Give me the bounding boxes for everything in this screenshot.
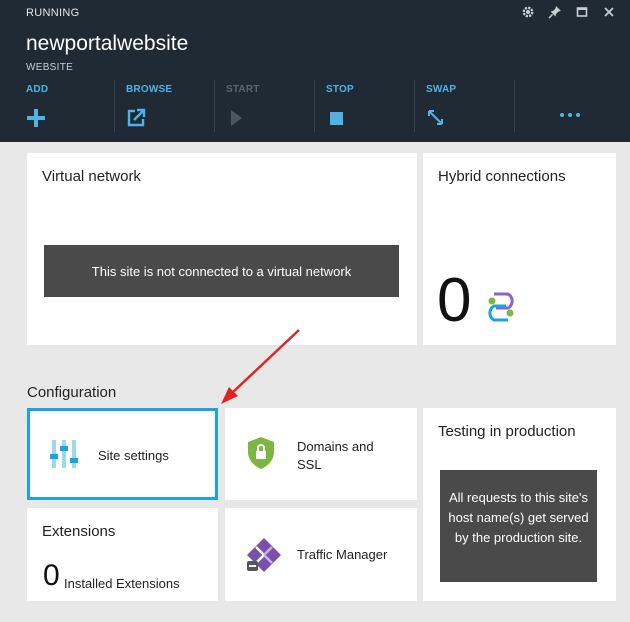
play-icon [231, 110, 242, 126]
plus-icon [27, 109, 45, 127]
command-separator [114, 80, 115, 132]
site-settings-tile[interactable]: Site settings [27, 408, 218, 500]
add-label: ADD [26, 84, 49, 95]
swap-label: SWAP [426, 84, 457, 95]
browse-label: BROWSE [126, 84, 173, 95]
pin-icon[interactable] [548, 5, 562, 19]
window-controls [521, 5, 616, 19]
domains-ssl-label: Domains and SSL [297, 439, 374, 472]
traffic-manager-tile[interactable]: Traffic Manager [225, 508, 417, 601]
close-icon[interactable] [602, 5, 616, 19]
browse-icon [127, 108, 146, 127]
domains-ssl-tile[interactable]: Domains and SSL [225, 408, 417, 500]
virtual-network-title: Virtual network [42, 168, 141, 185]
hybrid-connections-count: 0 [437, 266, 472, 335]
command-separator [514, 80, 515, 132]
extensions-count-label: Installed Extensions [64, 576, 180, 591]
traffic-manager-label: Traffic Manager [297, 547, 388, 562]
maximize-icon[interactable] [575, 5, 589, 19]
shield-lock-icon [248, 437, 274, 469]
stop-label: STOP [326, 84, 354, 95]
hybrid-connections-title: Hybrid connections [438, 168, 566, 185]
hybrid-connections-icon [488, 292, 514, 322]
swap-icon [428, 110, 443, 125]
configuration-section-label: Configuration [27, 384, 117, 401]
sliders-icon [50, 440, 78, 468]
command-separator [214, 80, 215, 132]
extensions-title: Extensions [42, 523, 116, 540]
stop-button[interactable]: STOP [326, 80, 426, 132]
start-button[interactable]: START [226, 80, 326, 132]
command-separator [414, 80, 415, 132]
testing-in-production-message: All requests to this site's host name(s)… [440, 470, 597, 582]
blade-header: RUNNING newportalwebsite WEBSITE ADD BRO… [0, 0, 630, 142]
start-label: START [226, 84, 260, 95]
page-subtitle: WEBSITE [26, 62, 74, 73]
stop-icon [330, 112, 343, 125]
extensions-count: 0 [43, 559, 60, 592]
status-label: RUNNING [26, 7, 80, 19]
page-title: newportalwebsite [26, 32, 189, 55]
swap-button[interactable]: SWAP [426, 80, 526, 132]
browse-button[interactable]: BROWSE [126, 80, 226, 132]
command-separator [314, 80, 315, 132]
virtual-network-message: This site is not connected to a virtual … [44, 245, 399, 297]
ellipsis-icon[interactable] [558, 108, 582, 122]
traffic-manager-icon [247, 538, 281, 572]
add-button[interactable]: ADD [26, 80, 126, 132]
site-settings-label: Site settings [98, 448, 169, 463]
gear-icon[interactable] [521, 5, 535, 19]
testing-in-production-title: Testing in production [438, 423, 576, 440]
